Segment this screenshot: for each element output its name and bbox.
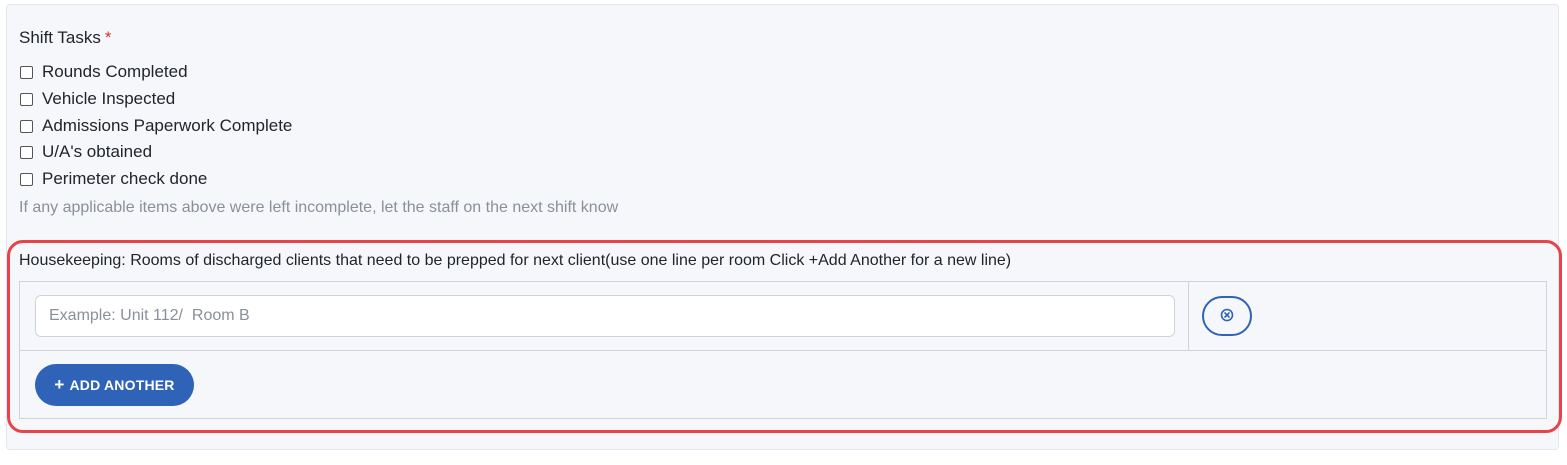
option-label: Rounds Completed xyxy=(42,62,188,81)
perimeter-check-checkbox[interactable] xyxy=(20,172,33,186)
option-label: U/A's obtained xyxy=(42,142,153,161)
option-label: Perimeter check done xyxy=(42,169,208,188)
shift-tasks-label-text: Shift Tasks xyxy=(19,28,101,47)
housekeeping-label: Housekeeping: Rooms of discharged client… xyxy=(19,252,1012,269)
plus-icon: + xyxy=(54,374,65,394)
option-vehicle-inspected[interactable]: Vehicle Inspected xyxy=(19,88,175,110)
option-label: Vehicle Inspected xyxy=(42,89,176,108)
grid-row-divider xyxy=(20,350,1546,351)
admissions-paperwork-checkbox[interactable] xyxy=(20,119,33,133)
option-ua-obtained[interactable]: U/A's obtained xyxy=(19,141,152,163)
rounds-completed-checkbox[interactable] xyxy=(20,65,33,79)
add-another-label: ADD ANOTHER xyxy=(69,377,175,393)
shift-tasks-help-text: If any applicable items above were left … xyxy=(19,199,619,216)
grid-column-divider xyxy=(1188,282,1189,350)
option-label: Admissions Paperwork Complete xyxy=(42,116,293,135)
add-another-button[interactable]: + ADD ANOTHER xyxy=(35,364,194,406)
shift-tasks-label: Shift Tasks * xyxy=(19,28,112,48)
required-marker: * xyxy=(104,28,112,47)
option-perimeter-check[interactable]: Perimeter check done xyxy=(19,168,207,190)
housekeeping-grid: + ADD ANOTHER xyxy=(19,281,1547,419)
remove-row-button[interactable] xyxy=(1202,296,1252,336)
ua-obtained-checkbox[interactable] xyxy=(20,145,33,159)
room-input[interactable] xyxy=(35,295,1175,337)
close-circle-icon xyxy=(1220,308,1234,325)
option-rounds-completed[interactable]: Rounds Completed xyxy=(19,61,188,83)
option-admissions-paperwork[interactable]: Admissions Paperwork Complete xyxy=(19,115,292,137)
vehicle-inspected-checkbox[interactable] xyxy=(20,92,33,106)
